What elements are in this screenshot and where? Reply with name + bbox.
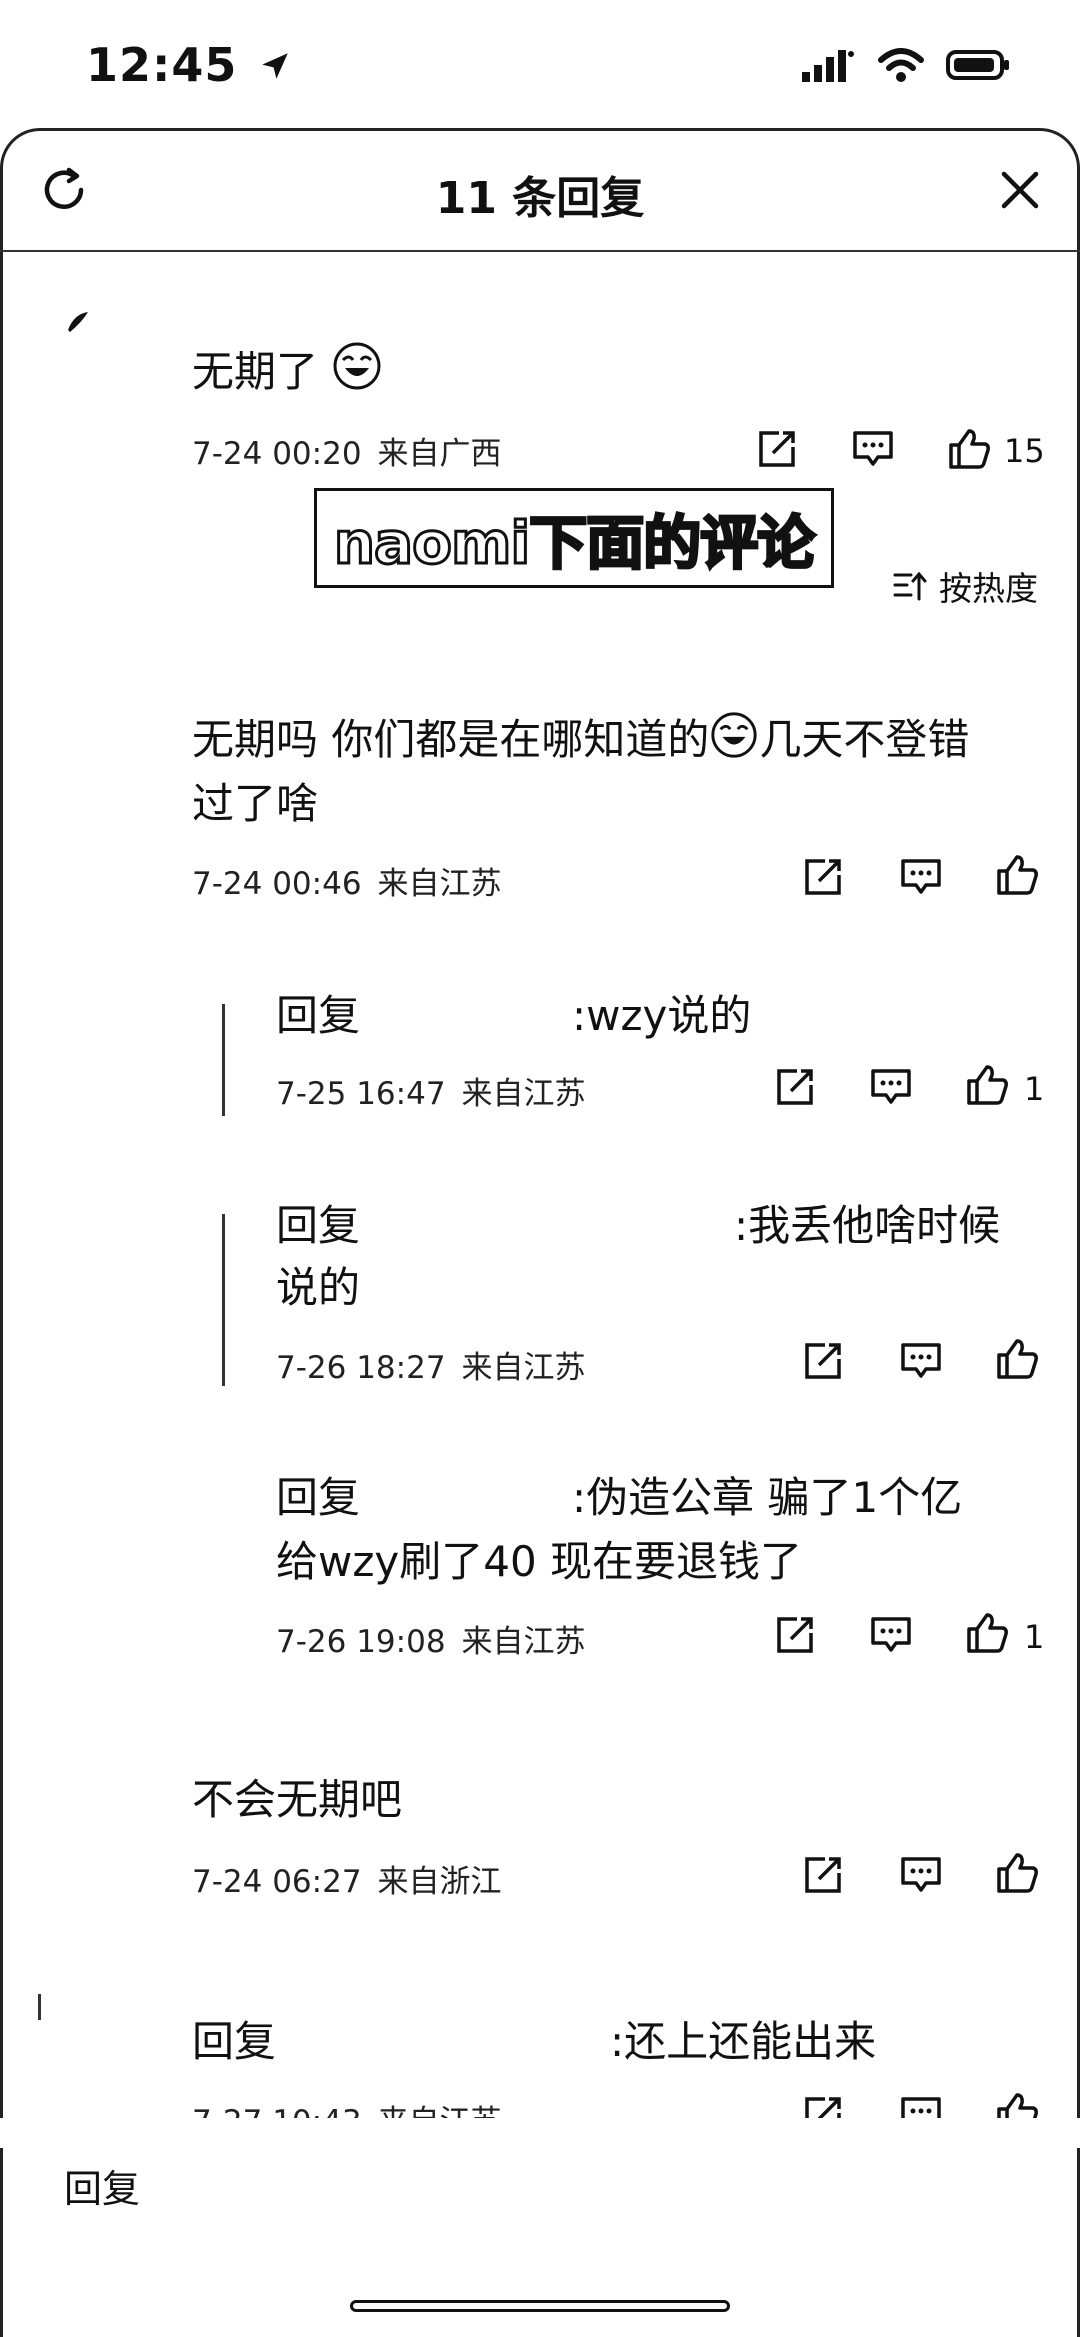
scroll-clip-mask xyxy=(0,2118,1080,2148)
comment-text-part: 过了啥 xyxy=(192,779,319,828)
location-arrow-icon xyxy=(262,53,289,79)
reply-prefix: 回复 xyxy=(192,2017,277,2066)
comment-icon xyxy=(901,1857,941,1892)
cellular-signal-icon xyxy=(802,50,854,82)
comment-icon xyxy=(901,859,941,894)
comment-location: 来自江苏 xyxy=(461,1350,586,1386)
comment-time: 7-26 18:27 xyxy=(276,1350,446,1386)
laugh-cry-emoji-icon xyxy=(333,342,381,390)
comment-meta: 7-24 06:27 来自浙江 xyxy=(192,1856,502,1901)
comment-meta: 7-26 19:08 来自江苏 xyxy=(276,1616,586,1661)
like-button[interactable] xyxy=(992,1848,1042,1898)
share-icon xyxy=(805,1857,841,1893)
share-icon xyxy=(777,1069,813,1105)
reply-button[interactable] xyxy=(848,424,898,474)
comment-text-part: 几天不登错 xyxy=(759,715,970,764)
reply-button[interactable] xyxy=(896,1336,946,1386)
comment-text: 无期了 xyxy=(192,340,383,404)
reply-text-continued: 说的 xyxy=(276,1263,361,1312)
status-icons xyxy=(802,48,1010,82)
comment-time: 7-24 00:46 xyxy=(192,866,362,902)
thumbs-up-icon xyxy=(967,1613,1008,1653)
comment-location: 来自江苏 xyxy=(461,1624,586,1660)
overlay-caption: naomi下面的评论 xyxy=(314,488,834,588)
reply-text: :我丢他啥时候 xyxy=(734,1201,1001,1250)
share-button[interactable] xyxy=(752,424,802,474)
like-count: 1 xyxy=(1024,1618,1045,1656)
comment-text: 无期吗 你们都是在哪知道的 几天不登错 过了啥 xyxy=(192,708,1052,836)
reply-text-continued: 给wzy刷了40 现在要退钱了 xyxy=(276,1537,803,1586)
comment-meta: 7-24 00:46 来自江苏 xyxy=(192,858,502,903)
reply-text: :伪造公章 骗了1个亿 xyxy=(572,1473,963,1522)
close-button[interactable] xyxy=(990,160,1050,220)
comment-location: 来自广西 xyxy=(377,436,502,472)
thumbs-up-icon xyxy=(997,1853,1038,1893)
home-indicator[interactable] xyxy=(350,2300,730,2312)
reply-thread-bar xyxy=(222,1004,225,1116)
comment-text: 不会无期吧 xyxy=(192,1775,403,1824)
reply-prefix: 回复 xyxy=(276,1473,361,1522)
laugh-cry-emoji-icon xyxy=(711,712,757,758)
comment-meta: 7-26 18:27 来自江苏 xyxy=(276,1342,586,1387)
comment-meta: 7-24 00:20 来自广西 xyxy=(192,428,502,473)
like-button[interactable] xyxy=(962,1608,1012,1658)
like-button[interactable] xyxy=(962,1060,1012,1110)
comment-meta: 7-25 16:47 来自江苏 xyxy=(276,1068,586,1113)
battery-icon xyxy=(946,50,1009,80)
share-button[interactable] xyxy=(798,1850,848,1900)
thumbs-up-icon xyxy=(997,855,1038,895)
comment-location: 来自浙江 xyxy=(377,1864,502,1900)
reply-thread-bar xyxy=(222,1214,225,1386)
comment-time: 7-24 00:20 xyxy=(192,436,362,472)
thumbs-up-icon xyxy=(967,1065,1008,1105)
comment-location: 来自江苏 xyxy=(461,1076,586,1112)
comment-icon xyxy=(853,431,893,466)
status-time-text: 12:45 xyxy=(86,38,238,92)
reply-prefix: 回复 xyxy=(276,991,361,1040)
reply-button[interactable] xyxy=(896,852,946,902)
share-button[interactable] xyxy=(770,1610,820,1660)
comment-time: 7-25 16:47 xyxy=(276,1076,446,1112)
comment-text-content: 无期了 xyxy=(192,347,319,396)
share-icon xyxy=(805,859,841,895)
share-icon xyxy=(805,1343,841,1379)
comment-icon xyxy=(901,1343,941,1378)
header-title: 11 条回复 xyxy=(435,173,645,224)
sort-icon xyxy=(893,571,927,601)
thumbs-up-icon xyxy=(949,429,990,469)
reply-prefix: 回复 xyxy=(276,1201,361,1250)
share-icon xyxy=(759,431,795,467)
reply-button[interactable] xyxy=(896,1850,946,1900)
avatar[interactable] xyxy=(66,308,92,334)
comment-text-part: 无期吗 你们都是在哪知道的 xyxy=(192,715,710,764)
share-icon xyxy=(777,1617,813,1653)
wifi-icon xyxy=(878,48,924,82)
like-button[interactable] xyxy=(992,1334,1042,1384)
thumbs-up-icon xyxy=(997,1339,1038,1379)
sort-by-hot-button[interactable]: 按热度 xyxy=(893,562,1038,610)
status-time: 12:45 xyxy=(86,38,292,92)
avatar-edge xyxy=(38,1994,41,2020)
reply-input-button[interactable]: 回复 xyxy=(64,2158,140,2213)
reply-text: :wzy说的 xyxy=(572,991,752,1040)
like-button[interactable] xyxy=(944,424,994,474)
sort-label: 按热度 xyxy=(939,569,1038,608)
share-button[interactable] xyxy=(770,1062,820,1112)
close-icon xyxy=(1001,171,1039,209)
share-button[interactable] xyxy=(798,852,848,902)
reply-button[interactable] xyxy=(866,1610,916,1660)
reply-text: :还上还能出来 xyxy=(610,2017,877,2066)
comment-time: 7-24 06:27 xyxy=(192,1864,362,1900)
comment-time: 7-26 19:08 xyxy=(276,1624,446,1660)
comment-icon xyxy=(871,1617,911,1652)
share-button[interactable] xyxy=(798,1336,848,1386)
comment-icon xyxy=(871,1069,911,1104)
like-count: 15 xyxy=(1004,432,1045,470)
like-button[interactable] xyxy=(992,850,1042,900)
reply-button[interactable] xyxy=(866,1062,916,1112)
like-count: 1 xyxy=(1024,1070,1045,1108)
comment-location: 来自江苏 xyxy=(377,866,502,902)
header-divider xyxy=(0,250,1080,252)
